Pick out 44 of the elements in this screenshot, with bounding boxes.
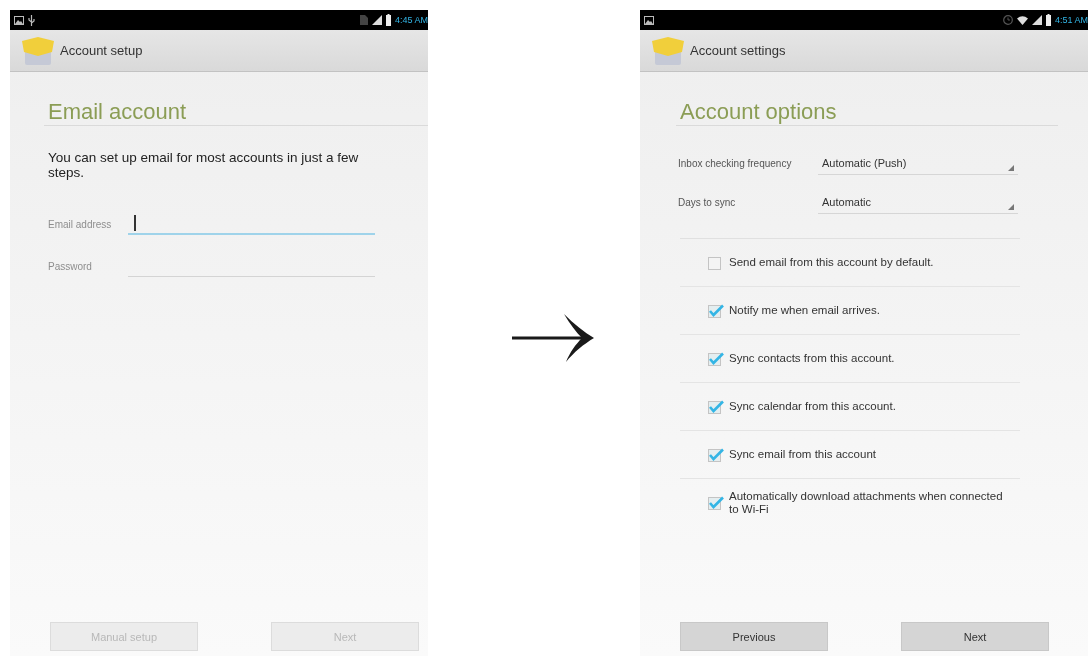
action-bar-title: Account settings (690, 43, 786, 58)
field-label: Password (48, 260, 93, 272)
setting-label: Inbox checking frequency (678, 157, 793, 169)
option-label: Sync contacts from this account. (729, 352, 895, 365)
arrow-icon (512, 314, 594, 362)
envelope-icon (22, 36, 54, 65)
checkbox[interactable] (708, 496, 724, 510)
button[interactable]: Next (901, 622, 1049, 651)
signal-icon (371, 15, 382, 25)
option-label: Notify me when email arrives. (729, 304, 880, 317)
button[interactable]: Previous (680, 622, 828, 651)
status-time: 4:51 AM (1054, 15, 1088, 25)
checkbox[interactable] (708, 447, 724, 462)
picture-icon (644, 15, 654, 25)
dropdown-triangle-icon (1008, 204, 1014, 210)
setting-label: Days to sync (678, 196, 737, 208)
checkbox[interactable] (708, 303, 724, 318)
input-field[interactable] (128, 213, 375, 235)
section-heading: Email account (44, 99, 428, 126)
usb-icon (28, 14, 35, 26)
battery-icon (1045, 14, 1051, 26)
section-heading: Account options (676, 99, 1058, 126)
checkbox[interactable] (708, 399, 724, 414)
status-time: 4:45 AM (394, 15, 428, 25)
option-label: Sync calendar from this account. (729, 400, 896, 413)
sim-card-icon (359, 15, 368, 25)
envelope-icon (652, 36, 684, 65)
text-cursor-icon (134, 215, 136, 231)
option-label: Sync email from this account (729, 448, 876, 461)
checkbox[interactable] (708, 351, 724, 366)
signal-icon (1031, 15, 1042, 25)
dropdown-triangle-icon (1008, 165, 1014, 171)
dropdown[interactable]: Automatic (Push) (818, 151, 1018, 175)
dropdown[interactable]: Automatic (818, 190, 1018, 214)
clock-icon (1002, 15, 1013, 25)
picture-icon (14, 15, 24, 25)
option-label: Automatically download attachments when connected to Wi-Fi (729, 490, 1004, 516)
battery-icon (385, 14, 391, 26)
field-label: Email address (48, 218, 113, 230)
option-label: Send email from this account by default. (729, 256, 934, 269)
wifi-icon (1016, 15, 1028, 25)
action-bar-title: Account setup (60, 43, 143, 58)
description-text: You can set up email for most accounts in just a few steps. (48, 150, 360, 180)
checkbox[interactable] (708, 255, 724, 270)
